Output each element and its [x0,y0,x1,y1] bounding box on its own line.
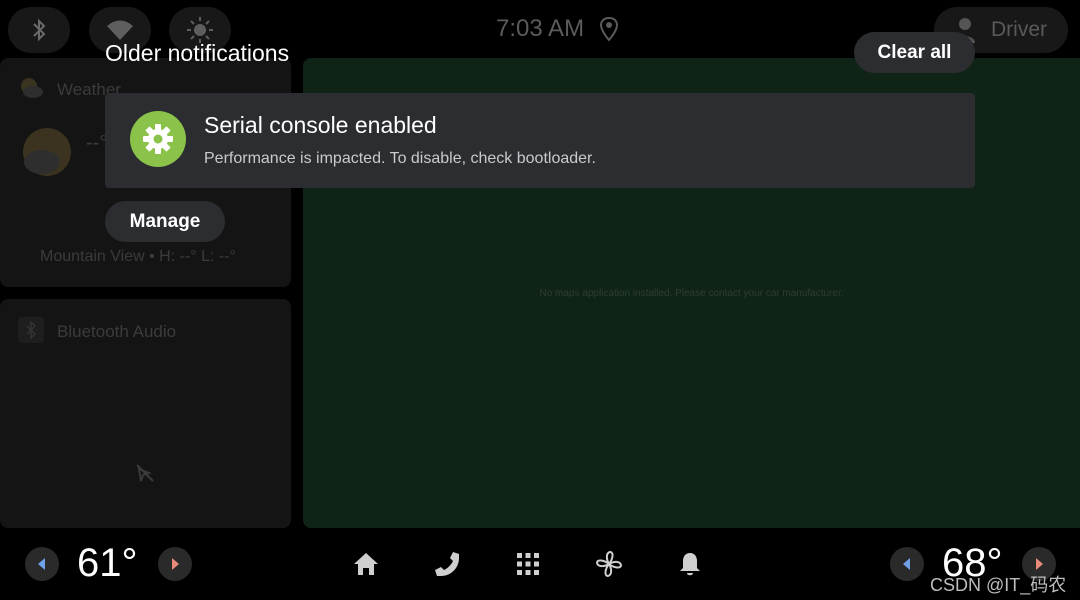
chevron-left-icon [903,558,910,570]
chevron-right-icon [1036,558,1043,570]
notification-title: Serial console enabled [204,112,437,138]
fan-icon [595,550,623,578]
app-grid-icon [517,553,539,575]
hvac-button[interactable] [594,549,624,579]
chevron-right-icon [172,558,179,570]
notification-card[interactable]: Serial console enabled Performance is im… [105,93,975,188]
bluetooth-icon [33,18,46,42]
notifications-button[interactable] [675,549,705,579]
clear-all-button[interactable]: Clear all [854,32,975,73]
left-temperature: 61° [77,541,138,585]
weather-large-icon [23,128,71,176]
bell-icon [680,553,700,576]
bluetooth-audio-card[interactable]: Bluetooth Audio [0,299,291,528]
phone-button[interactable] [432,549,462,579]
bluetooth-audio-title: Bluetooth Audio [57,322,177,341]
app-grid-button[interactable] [513,549,543,579]
chevron-left-icon [38,558,45,570]
bluetooth-app-icon [18,317,44,343]
right-temp-down-button[interactable] [890,547,924,581]
older-notifications-header: Older notifications [105,40,290,66]
phone-icon [435,552,459,576]
location-icon [599,16,619,42]
gear-icon [143,124,173,154]
left-temp-up-button[interactable] [158,547,192,581]
driver-label: Driver [991,18,1047,41]
home-button[interactable] [351,549,381,579]
notification-app-icon [130,111,186,167]
home-icon [354,553,378,575]
bluetooth-toggle[interactable] [8,7,70,53]
wifi-icon [107,20,133,40]
status-clock: 7:03 AM [496,15,585,42]
no-media-icon [136,464,154,482]
weather-small-icon [21,78,43,98]
map-empty-message: No maps application installed. Please co… [539,288,844,299]
weather-location-line: Mountain View • H: --° L: --° [40,248,236,265]
notification-text: Performance is impacted. To disable, che… [204,150,596,167]
watermark: CSDN @IT_码农 [930,575,1067,595]
manage-button[interactable]: Manage [105,201,225,242]
left-temp-down-button[interactable] [25,547,59,581]
